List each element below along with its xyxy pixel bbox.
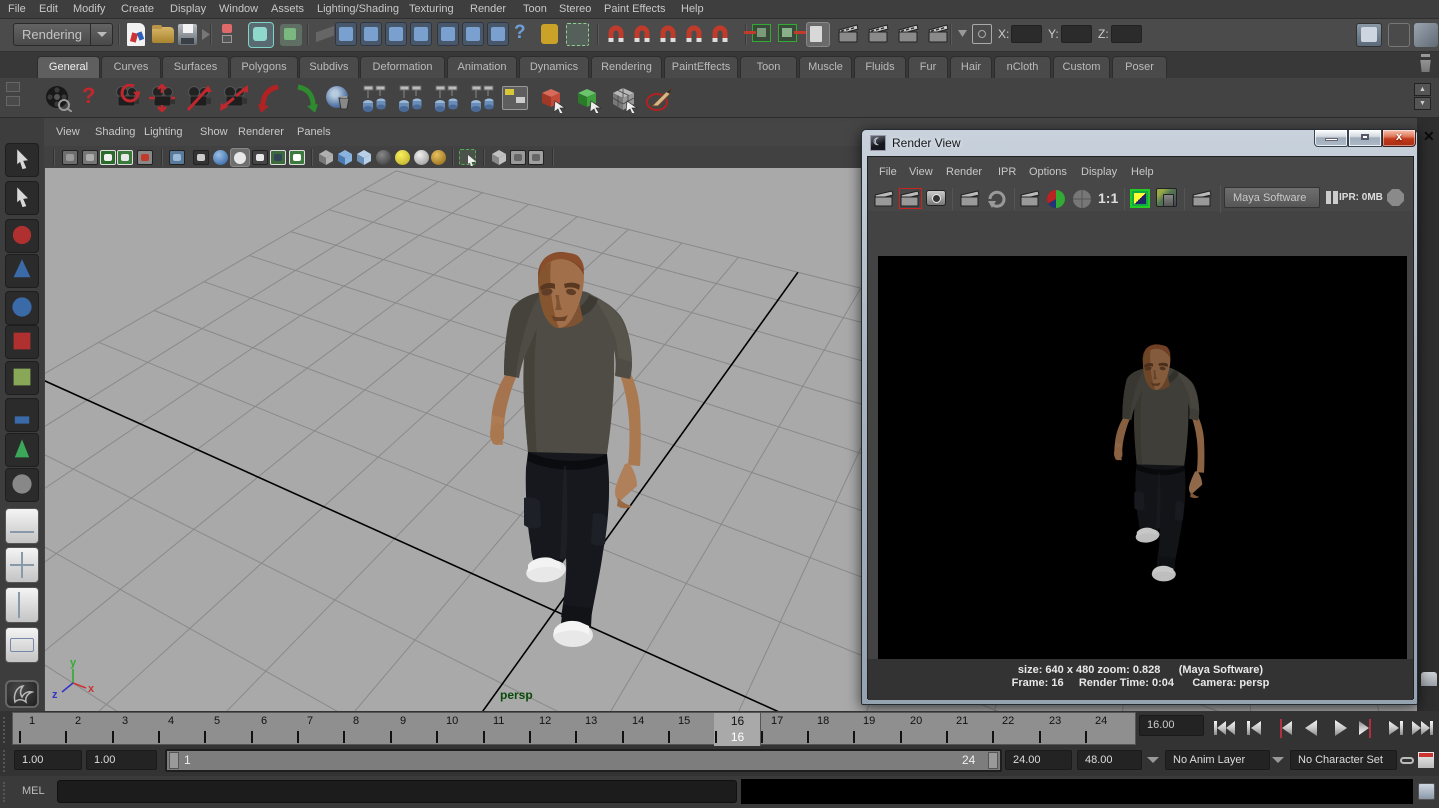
- svg-text:z: z: [52, 689, 58, 701]
- svg-text:y: y: [70, 657, 77, 669]
- svg-text:x: x: [88, 683, 95, 695]
